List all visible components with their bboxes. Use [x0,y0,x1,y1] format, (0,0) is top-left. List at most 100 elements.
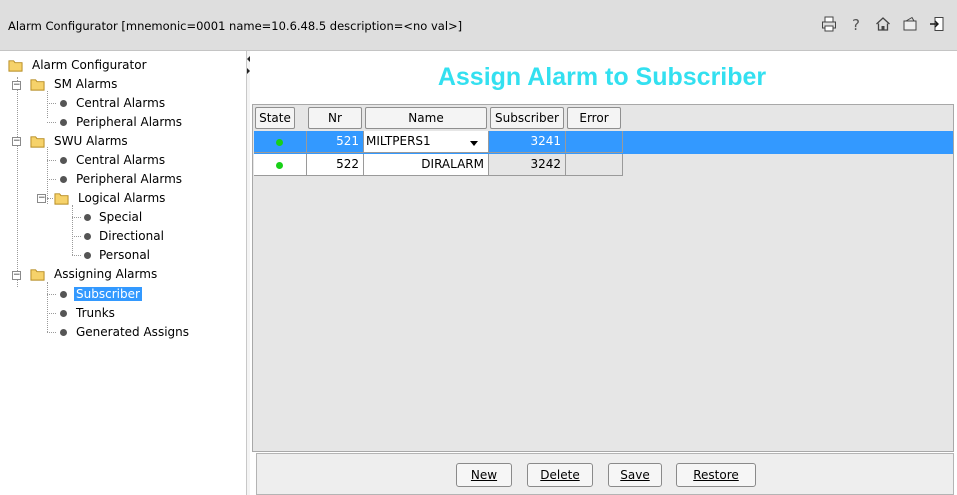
table-row[interactable]: 522 DIRALARM 3242 [254,154,623,177]
tree-connector [47,294,56,295]
tree-leaf-sm-central[interactable]: Central Alarms [56,94,167,113]
window-title: Alarm Configurator [mnemonic=0001 name=1… [8,19,463,33]
folder-icon [54,193,69,205]
restore-button[interactable]: Restore [676,463,756,487]
tree-connector [72,217,81,218]
tree-leaf-label: Generated Assigns [76,325,189,339]
tree-leaf-label: Central Alarms [76,153,166,167]
tree-connector [47,160,56,161]
leaf-bullet-icon [84,214,91,221]
tree-connector [47,179,56,180]
tree-connector [17,77,18,287]
tree-node-swu-alarms[interactable]: SWU Alarms [30,132,130,151]
delete-button[interactable]: Delete [527,463,593,487]
tree-leaf-label: Central Alarms [76,96,166,110]
leaf-bullet-icon [60,291,67,298]
tree-node-label: SM Alarms [54,77,118,91]
toolbar: ? [821,16,945,32]
navigation-tree: Alarm Configurator − SM Alarms Central A… [0,51,246,495]
tree-leaf-label: Peripheral Alarms [76,115,183,129]
column-header-subscriber[interactable]: Subscriber [490,107,564,129]
leaf-bullet-icon [84,233,91,240]
title-bar: Alarm Configurator [mnemonic=0001 name=1… [0,0,957,51]
expand-right-arrow-icon[interactable] [247,68,250,74]
nr-alarm-cell[interactable]: 522 [307,154,364,176]
alarm-table: State Nr Alarm Name Subscriber Error 521… [252,104,954,452]
leaf-bullet-icon [60,119,67,126]
tree-leaf-personal[interactable]: Personal [81,246,152,265]
expand-toggle[interactable]: − [12,81,21,90]
tree-connector [47,147,48,204]
tree-leaf-sm-peripheral[interactable]: Peripheral Alarms [56,113,184,132]
leaf-bullet-icon [60,329,67,336]
tree-connector [72,236,81,237]
subscriber-cell[interactable]: 3241 [489,131,566,153]
export-icon[interactable] [902,16,918,32]
tree-node-logical-alarms[interactable]: Logical Alarms [54,189,167,208]
state-cell [254,154,307,176]
name-dropdown-value: MILTPERS1 [366,134,431,148]
tree-node-label: SWU Alarms [54,134,128,148]
tree-leaf-trunks[interactable]: Trunks [56,304,117,323]
tree-leaf-generated-assigns[interactable]: Generated Assigns [56,323,191,342]
tree-connector [72,255,81,256]
tree-leaf-swu-central[interactable]: Central Alarms [56,151,167,170]
expand-toggle[interactable]: − [12,271,21,280]
state-cell [254,131,307,153]
page-title: Assign Alarm to Subscriber [437,63,767,91]
tree-node-sm-alarms[interactable]: SM Alarms [30,75,119,94]
table-row[interactable]: 521 MILTPERS1 3241 [254,131,953,154]
column-header-name[interactable]: Name [365,107,487,129]
exit-icon[interactable] [929,16,945,32]
error-cell[interactable] [566,131,623,153]
printer-icon[interactable] [821,16,837,32]
tree-node-assigning-alarms[interactable]: Assigning Alarms [30,265,159,284]
tree-connector [47,122,56,123]
column-header-error[interactable]: Error [567,107,621,129]
tree-connector [72,205,73,255]
tree-leaf-subscriber[interactable]: Subscriber [56,285,142,304]
leaf-bullet-icon [60,310,67,317]
tree-leaf-label: Peripheral Alarms [76,172,183,186]
chevron-down-icon[interactable] [470,141,478,146]
tree-node-label: Logical Alarms [78,191,166,205]
column-header-nr-alarm[interactable]: Nr Alarm [308,107,362,145]
state-ok-indicator-icon [276,139,283,146]
tree-leaf-label: Special [99,210,143,224]
tree-leaf-swu-peripheral[interactable]: Peripheral Alarms [56,170,184,189]
tree-connector [47,332,56,333]
tree-root[interactable]: Alarm Configurator [4,56,149,75]
folder-icon [30,79,45,91]
expand-toggle[interactable]: − [12,137,21,146]
tree-connector [47,91,48,118]
column-header-state[interactable]: State [255,107,295,129]
tree-leaf-label: Personal [99,248,151,262]
name-dropdown[interactable]: MILTPERS1 [364,131,489,153]
action-button-bar: New Delete Save Restore [256,453,954,495]
split-pane-divider[interactable] [246,51,250,495]
subscriber-cell[interactable]: 3242 [489,154,566,176]
tree-leaf-special[interactable]: Special [81,208,144,227]
name-cell[interactable]: DIRALARM [364,154,489,176]
tree-leaf-label: Directional [99,229,164,243]
leaf-bullet-icon [84,252,91,259]
leaf-bullet-icon [60,100,67,107]
tree-connector [47,282,48,332]
tree-connector [47,313,56,314]
new-button[interactable]: New [456,463,512,487]
nr-alarm-cell[interactable]: 521 [307,131,364,153]
home-icon[interactable] [875,16,891,32]
state-ok-indicator-icon [276,162,283,169]
expand-toggle[interactable]: − [37,194,46,203]
help-icon[interactable]: ? [848,16,864,32]
collapse-left-arrow-icon[interactable] [247,56,250,62]
tree-leaf-label: Subscriber [74,287,142,301]
tree-leaf-label: Trunks [76,306,115,320]
tree-root-label: Alarm Configurator [32,58,147,72]
error-cell[interactable] [566,154,623,176]
leaf-bullet-icon [60,176,67,183]
tree-connector [47,198,53,199]
tree-leaf-directional[interactable]: Directional [81,227,166,246]
tree-node-label: Assigning Alarms [54,267,158,281]
save-button[interactable]: Save [608,463,662,487]
